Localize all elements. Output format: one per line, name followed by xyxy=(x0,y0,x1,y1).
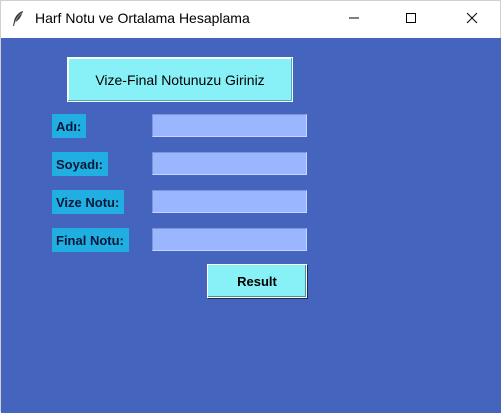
minimize-icon xyxy=(348,11,360,29)
surname-input[interactable] xyxy=(152,152,307,175)
form-heading: Vize-Final Notunuzu Giriniz xyxy=(67,57,293,102)
midterm-label: Vize Notu: xyxy=(52,190,125,214)
window-title: Harf Notu ve Ortalama Hesaplama xyxy=(35,10,250,26)
result-button[interactable]: Result xyxy=(207,264,307,298)
final-input[interactable] xyxy=(152,228,307,251)
name-label: Adı: xyxy=(52,114,87,138)
app-window: Harf Notu ve Ortalama Hesaplama Vize-Fin… xyxy=(0,0,501,413)
maximize-button[interactable] xyxy=(388,1,434,38)
title-bar[interactable]: Harf Notu ve Ortalama Hesaplama xyxy=(1,1,500,38)
form-panel: Vize-Final Notunuzu Giriniz Adı: Soyadı:… xyxy=(1,38,501,413)
close-icon xyxy=(466,11,478,29)
midterm-input[interactable] xyxy=(152,190,307,213)
close-button[interactable] xyxy=(449,1,495,38)
name-input[interactable] xyxy=(152,114,307,137)
maximize-icon xyxy=(405,11,417,29)
surname-label: Soyadı: xyxy=(52,152,108,176)
final-label: Final Notu: xyxy=(52,228,129,252)
minimize-button[interactable] xyxy=(331,1,377,38)
feather-icon xyxy=(10,10,26,28)
